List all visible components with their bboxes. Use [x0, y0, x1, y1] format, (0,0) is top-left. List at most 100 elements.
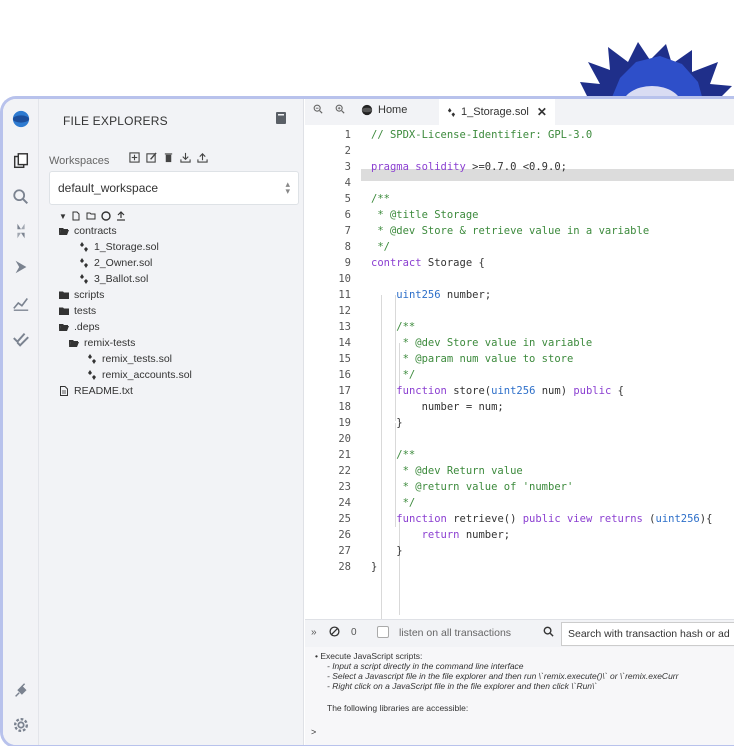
upload-file-icon[interactable]	[116, 211, 126, 221]
terminal-line: - Right click on a JavaScript file in th…	[327, 681, 598, 691]
tree-item-label: scripts	[74, 289, 105, 301]
line-number: 24	[338, 497, 351, 509]
code-line: */	[371, 369, 416, 381]
new-file-icon[interactable]	[71, 211, 81, 221]
folder-open-icon	[69, 338, 79, 348]
folder-open-icon	[59, 322, 69, 332]
tree-item-remix-tests-sol[interactable]: remix_tests.sol	[87, 352, 172, 366]
tree-item-contracts[interactable]: contracts	[59, 224, 117, 238]
add-workspace-icon[interactable]	[129, 152, 141, 165]
terminal-toolbar: » 0 listen on all transactions Search wi…	[305, 619, 734, 647]
code-line: number = num;	[371, 401, 504, 413]
code-line: * @param num value to store	[371, 353, 574, 365]
tree-item-label: README.txt	[74, 385, 133, 397]
tree-item-deps[interactable]: .deps	[59, 320, 100, 334]
tree-item-label: contracts	[74, 225, 117, 237]
tree-item-remix-tests[interactable]: remix-tests	[69, 336, 135, 350]
code-line: */	[371, 241, 390, 253]
workspace-select[interactable]: default_workspace ▴ ▾	[49, 171, 299, 205]
pending-tx-count: 0	[351, 627, 357, 638]
code-line: }	[371, 561, 378, 573]
tree-item-readme[interactable]: README.txt	[59, 384, 133, 398]
rename-workspace-icon[interactable]	[146, 152, 158, 165]
collapse-terminal-icon[interactable]: »	[311, 627, 317, 638]
tree-item-2-owner[interactable]: 2_Owner.sol	[79, 256, 152, 270]
folder-icon	[59, 290, 69, 300]
code-line: pragma solidity >=0.7.0 <0.9.0;	[371, 161, 567, 173]
solidity-file-icon	[87, 370, 97, 380]
tree-item-label: 2_Owner.sol	[94, 257, 153, 269]
code-line: * @dev Return value	[371, 465, 523, 477]
terminal-output: • Execute JavaScript scripts: - Input a …	[305, 647, 734, 745]
file-explorer-icon[interactable]	[9, 149, 33, 173]
collapse-caret-icon[interactable]: ▼	[59, 212, 67, 221]
file-explorer-panel: FILE EXPLORERS Workspaces default_worksp…	[39, 99, 304, 745]
clear-terminal-icon[interactable]	[329, 626, 340, 640]
github-icon[interactable]	[101, 211, 111, 221]
new-folder-icon[interactable]	[86, 211, 96, 221]
line-number: 3	[344, 161, 351, 173]
line-number: 22	[338, 465, 351, 477]
delete-workspace-icon[interactable]	[163, 152, 175, 165]
main-panel: Home 1_Storage.sol ✕ 1 // SPDX-License-I…	[305, 99, 734, 745]
panel-title: FILE EXPLORERS	[63, 114, 168, 128]
code-line: /**	[371, 449, 416, 461]
transaction-search-input[interactable]: Search with transaction hash or ad	[561, 622, 734, 646]
code-line: }	[371, 545, 403, 557]
verification-check-icon[interactable]	[9, 327, 33, 351]
line-number: 4	[344, 177, 351, 189]
upload-workspace-icon[interactable]	[197, 152, 209, 165]
code-editor[interactable]: 1 // SPDX-License-Identifier: GPL-3.0 2 …	[305, 125, 734, 647]
code-line: // SPDX-License-Identifier: GPL-3.0	[371, 129, 593, 141]
tree-item-label: 1_Storage.sol	[94, 241, 159, 253]
terminal-prompt[interactable]: >	[311, 727, 316, 737]
workspace-select-value: default_workspace	[58, 181, 159, 195]
tab-home[interactable]: Home	[361, 104, 407, 116]
deploy-run-icon[interactable]	[9, 255, 33, 279]
line-number: 21	[338, 449, 351, 461]
line-number: 17	[338, 385, 351, 397]
line-number: 26	[338, 529, 351, 541]
line-number: 6	[344, 209, 351, 221]
workspace-actions	[129, 152, 209, 165]
line-number: 20	[338, 433, 351, 445]
tree-item-tests[interactable]: tests	[59, 304, 96, 318]
tree-item-label: tests	[74, 305, 97, 317]
line-number: 16	[338, 369, 351, 381]
listen-checkbox[interactable]	[377, 626, 389, 638]
zoom-out-icon[interactable]	[313, 104, 323, 114]
terminal-line: - Select a Javascript file in the file e…	[327, 671, 679, 681]
line-number: 5	[344, 193, 351, 205]
line-number: 2	[344, 145, 351, 157]
documentation-book-icon[interactable]	[275, 111, 289, 127]
solidity-file-icon	[447, 107, 456, 117]
tab-1-storage[interactable]: 1_Storage.sol ✕	[439, 99, 555, 125]
solidity-compiler-icon[interactable]	[9, 219, 33, 243]
search-icon	[543, 626, 554, 640]
analytics-chart-icon[interactable]	[9, 291, 33, 315]
remix-logo-icon[interactable]	[9, 107, 33, 131]
code-line: * @dev Store & retrieve value in a varia…	[371, 225, 650, 237]
code-line: */	[371, 497, 416, 509]
code-line: /**	[371, 193, 390, 205]
settings-gear-icon[interactable]	[9, 713, 33, 737]
search-icon[interactable]	[9, 185, 33, 209]
line-number: 7	[344, 225, 351, 237]
line-number: 11	[338, 289, 351, 301]
tree-item-1-storage[interactable]: 1_Storage.sol	[79, 240, 159, 254]
code-line: * @title Storage	[371, 209, 479, 221]
indent-guide	[399, 343, 400, 389]
line-number: 25	[338, 513, 351, 525]
tree-item-remix-accounts-sol[interactable]: remix_accounts.sol	[87, 368, 192, 382]
tree-item-label: 3_Ballot.sol	[94, 273, 149, 285]
line-number: 9	[344, 257, 351, 269]
line-number: 14	[338, 337, 351, 349]
plugin-manager-icon[interactable]	[9, 679, 33, 703]
tab-label: Home	[378, 104, 408, 116]
close-tab-icon[interactable]: ✕	[537, 105, 547, 119]
tree-item-scripts[interactable]: scripts	[59, 288, 104, 302]
tree-item-3-ballot[interactable]: 3_Ballot.sol	[79, 272, 148, 286]
line-number: 18	[338, 401, 351, 413]
download-workspace-icon[interactable]	[180, 152, 192, 165]
zoom-in-icon[interactable]	[335, 104, 345, 114]
